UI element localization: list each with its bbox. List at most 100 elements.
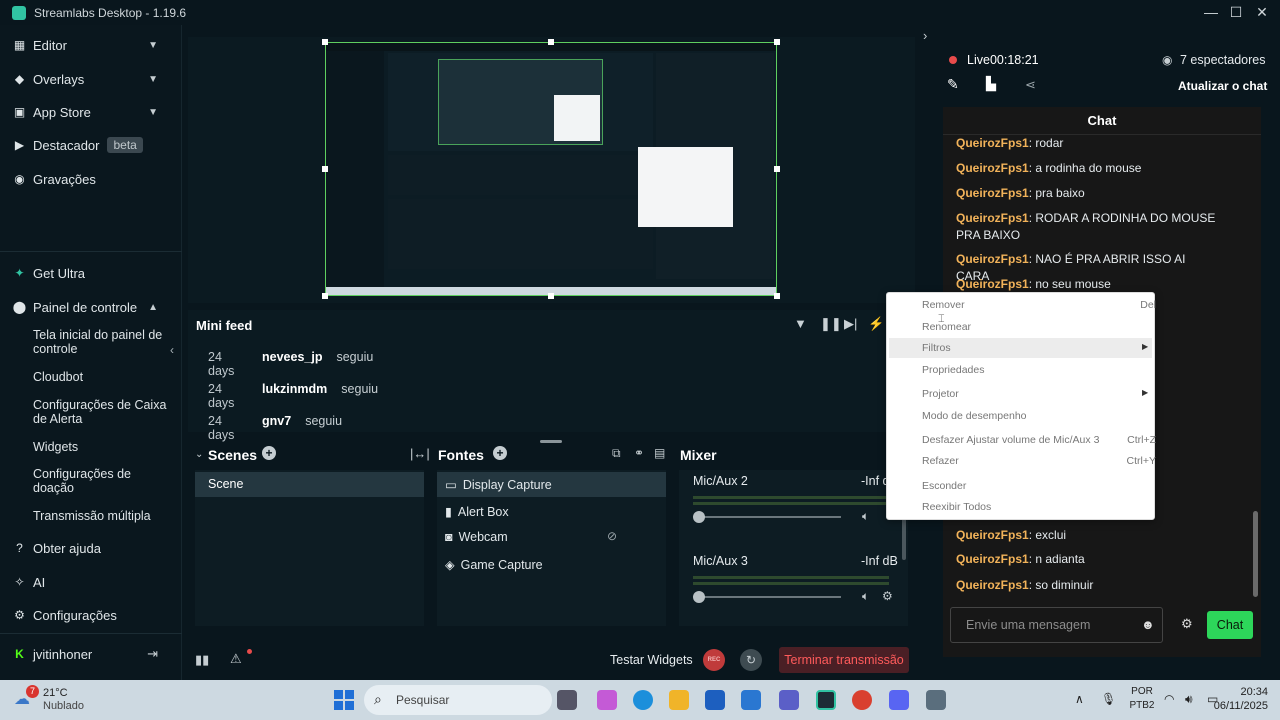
weather-desc[interactable]: Nublado bbox=[43, 700, 84, 712]
record-button[interactable]: REC bbox=[703, 649, 725, 671]
volume-slider[interactable] bbox=[697, 596, 841, 598]
maximize-icon[interactable]: ☐ bbox=[1226, 4, 1246, 21]
discord-icon[interactable] bbox=[889, 690, 909, 710]
store-icon[interactable] bbox=[705, 690, 725, 710]
sidebar-subitem-tela-inicial[interactable]: Tela inicial do painel de controle bbox=[33, 328, 173, 356]
chevron-up-icon[interactable]: ∧ bbox=[1075, 692, 1084, 706]
menu-item-reexibir-todos[interactable]: Reexibir Todos bbox=[922, 501, 991, 513]
sidebar-item-app-store[interactable]: ▣ App Store ▼ bbox=[12, 101, 172, 123]
sidebar-item-gravacoes[interactable]: ◉ Gravações bbox=[12, 168, 172, 190]
add-folder-icon[interactable]: ▤ bbox=[654, 446, 665, 460]
chat-username[interactable]: QueirozFps1 bbox=[956, 528, 1029, 542]
emoji-icon[interactable]: ☻ bbox=[1141, 617, 1155, 632]
chat-username[interactable]: QueirozFps1 bbox=[956, 552, 1029, 566]
edit-stream-info-icon[interactable]: ✎ bbox=[947, 76, 959, 93]
edge-browser-icon[interactable] bbox=[633, 690, 653, 710]
chat-username[interactable]: QueirozFps1 bbox=[956, 161, 1029, 175]
chevron-up-icon[interactable]: ▲ bbox=[148, 302, 158, 313]
sidebar-subitem-multistream[interactable]: Transmissão múltipla bbox=[33, 509, 173, 523]
menu-item-desfazer[interactable]: Desfazer Ajustar volume de Mic/Aux 3 Ctrl… bbox=[922, 434, 1156, 446]
chevron-down-icon[interactable]: ▼ bbox=[148, 74, 158, 85]
add-source-icon[interactable]: + bbox=[493, 446, 507, 460]
sidebar-item-destacador[interactable]: ▶ Destacador beta bbox=[12, 134, 172, 156]
collapse-sidebar-icon[interactable]: ‹ bbox=[170, 343, 174, 357]
skip-icon[interactable]: ▶| bbox=[844, 316, 857, 332]
notifications-icon[interactable]: ⚠ bbox=[230, 651, 242, 667]
chat-send-button[interactable]: Chat bbox=[1207, 611, 1253, 639]
list-item[interactable]: ◙ Webcam bbox=[445, 530, 508, 544]
sidebar-subitem-cloudbot[interactable]: Cloudbot bbox=[33, 370, 173, 384]
streamlabs-taskbar-icon[interactable] bbox=[816, 690, 836, 710]
teams-icon[interactable] bbox=[779, 690, 799, 710]
share-icon[interactable]: ⋖ bbox=[1025, 77, 1036, 93]
sidebar-subitem-widgets[interactable]: Widgets bbox=[33, 440, 173, 454]
sidebar-item-painel-de-controle[interactable]: ⬤ Painel de controle ▲ bbox=[12, 296, 172, 318]
menu-item-renomear[interactable]: Renomear bbox=[922, 321, 971, 333]
sidebar-user[interactable]: K jvitinhoner ⇥ bbox=[12, 643, 172, 665]
resize-handle[interactable] bbox=[548, 293, 554, 299]
chat-username[interactable]: QueirozFps1 bbox=[956, 578, 1029, 592]
language-indicator[interactable]: POR bbox=[1130, 686, 1154, 697]
clock-time[interactable]: 20:34 bbox=[1228, 686, 1268, 698]
list-item[interactable]: ◈ Game Capture bbox=[445, 557, 543, 573]
menu-item-filtros[interactable]: Filtros ▶ bbox=[922, 342, 1148, 354]
menu-item-remover[interactable]: Remover Del bbox=[922, 299, 1156, 311]
resize-handle[interactable] bbox=[322, 293, 328, 299]
volume-slider-knob[interactable] bbox=[693, 511, 705, 523]
sidebar-item-configuracoes[interactable]: ⚙ Configurações bbox=[12, 604, 172, 626]
sidebar-item-editor[interactable]: ▦ Editor ▼ bbox=[12, 34, 172, 56]
resize-handle[interactable] bbox=[322, 39, 328, 45]
keyboard-layout[interactable]: PTB2 bbox=[1128, 700, 1156, 711]
menu-item-projetor[interactable]: Projetor ▶ bbox=[922, 388, 1148, 400]
menu-item-propriedades[interactable]: Propriedades bbox=[922, 364, 984, 376]
sidebar-item-get-ultra[interactable]: ✦ Get Ultra bbox=[12, 262, 172, 284]
end-stream-button[interactable]: Terminar transmissão bbox=[779, 647, 909, 673]
chevron-right-icon[interactable]: › bbox=[923, 28, 927, 43]
chat-scrollbar[interactable] bbox=[1253, 511, 1258, 597]
weather-temp[interactable]: 21°C bbox=[43, 687, 68, 699]
chat-username[interactable]: QueirozFps1 bbox=[956, 211, 1029, 225]
performance-icon[interactable]: ▮▮ bbox=[195, 652, 209, 668]
sidebar-item-obter-ajuda[interactable]: ? Obter ajuda bbox=[12, 537, 172, 559]
volume-icon[interactable]: 🔊︎ bbox=[1185, 692, 1193, 707]
menu-item-esconder[interactable]: Esconder bbox=[922, 480, 966, 492]
list-item[interactable]: ▭ Display Capture bbox=[445, 477, 552, 493]
camera-icon[interactable]: ▙ bbox=[986, 76, 996, 92]
task-view-icon[interactable] bbox=[557, 690, 577, 710]
microphone-icon[interactable]: 🎙︎ bbox=[1101, 692, 1116, 706]
sidebar-item-ai[interactable]: ✧ AI bbox=[12, 571, 172, 593]
clock-date[interactable]: 06/11/2025 bbox=[1208, 700, 1268, 712]
resize-handle[interactable] bbox=[774, 293, 780, 299]
speaker-icon[interactable]: 🔈︎ bbox=[862, 509, 869, 524]
volume-slider-knob[interactable] bbox=[693, 591, 705, 603]
volume-slider[interactable] bbox=[697, 516, 841, 518]
replay-buffer-icon[interactable]: ↻ bbox=[740, 649, 762, 671]
pause-icon[interactable]: ❚❚ bbox=[820, 316, 842, 332]
close-icon[interactable]: ✕ bbox=[1252, 4, 1272, 21]
list-item[interactable]: Scene bbox=[195, 472, 424, 497]
add-scene-icon[interactable]: + bbox=[262, 446, 276, 460]
refresh-chat-button[interactable]: Atualizar o chat bbox=[1178, 79, 1267, 93]
wifi-icon[interactable]: ◠ bbox=[1164, 692, 1174, 706]
chat-settings-icon[interactable]: ⚙ bbox=[1181, 616, 1193, 632]
resize-handle[interactable] bbox=[322, 166, 328, 172]
sidebar-subitem-donation-settings[interactable]: Configurações de doação bbox=[33, 467, 173, 495]
menu-item-refazer[interactable]: Refazer Ctrl+Y bbox=[922, 455, 1156, 467]
chevron-down-icon[interactable]: ▼ bbox=[148, 40, 158, 51]
menu-item-modo-desempenho[interactable]: Modo de desempenho bbox=[922, 410, 1027, 422]
selective-recording-icon[interactable]: ⧉ bbox=[612, 446, 621, 461]
scene-transitions-icon[interactable]: |↔| bbox=[410, 446, 430, 461]
chat-username[interactable]: QueirozFps1 bbox=[956, 136, 1029, 150]
outlook-icon[interactable] bbox=[741, 690, 761, 710]
chat-username[interactable]: QueirozFps1 bbox=[956, 277, 1029, 291]
search-input[interactable]: ⌕ Pesquisar bbox=[364, 685, 552, 715]
list-item[interactable]: ▮ Alert Box bbox=[445, 504, 509, 520]
test-widgets-button[interactable]: Testar Widgets bbox=[610, 653, 693, 667]
sidebar-item-overlays[interactable]: ◆ Overlays ▼ bbox=[12, 68, 172, 90]
gear-icon[interactable]: ⚙ bbox=[882, 589, 893, 603]
copilot-icon[interactable] bbox=[597, 690, 617, 710]
chevron-down-icon[interactable]: ▼ bbox=[148, 107, 158, 118]
mute-alerts-icon[interactable]: ⚡ bbox=[868, 316, 884, 332]
resize-handle[interactable] bbox=[548, 39, 554, 45]
hidden-eye-icon[interactable]: ⊘ bbox=[607, 529, 617, 543]
